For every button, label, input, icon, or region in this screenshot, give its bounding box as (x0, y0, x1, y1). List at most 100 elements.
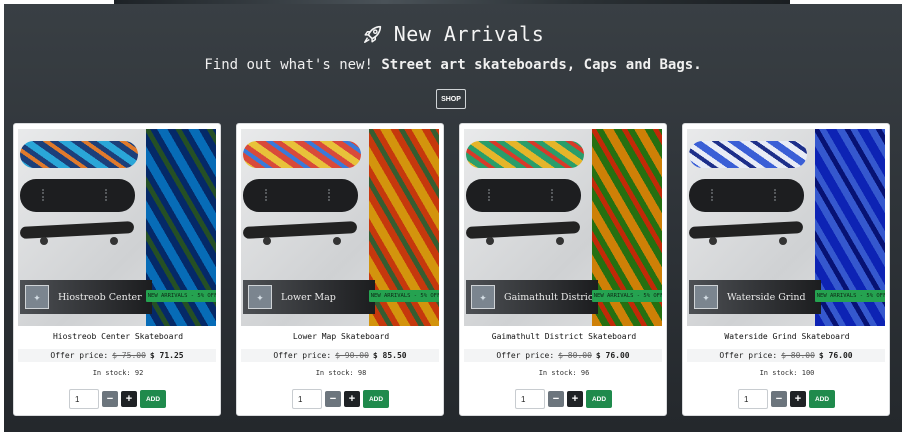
product-name[interactable]: Lower Map Skateboard (237, 332, 445, 341)
product-label-bar: ✦ Gaimathult District (466, 280, 598, 314)
quantity-input[interactable]: 1 (738, 389, 768, 409)
decrease-quantity-button[interactable]: − (325, 391, 341, 407)
subtitle-plain: Find out what's new! (204, 57, 373, 73)
new-price: $ 71.25 (149, 351, 184, 360)
stock-row: In stock: 100 (683, 369, 891, 377)
new-arrival-badge: NEW ARRIVALS - 5% OFF (592, 290, 662, 302)
stock-count: 96 (580, 369, 590, 377)
product-image[interactable]: ✦ Waterside Grind NEW ARRIVALS - 5% OFF (687, 129, 885, 326)
image-label: Hiostreob Center (58, 291, 142, 303)
decrease-quantity-button[interactable]: − (102, 391, 118, 407)
deck-graphic-side (465, 221, 581, 239)
in-stock-label: In stock: (759, 369, 798, 377)
stock-row: In stock: 92 (14, 369, 222, 377)
product-image[interactable]: ✦ Hiostreob Center NEW ARRIVALS - 5% OFF (18, 129, 216, 326)
deck-graphic-top (466, 141, 584, 168)
new-arrival-badge: NEW ARRIVALS - 5% OFF (146, 290, 216, 302)
stock-row: In stock: 96 (460, 369, 668, 377)
brand-logo-icon: ✦ (471, 285, 495, 309)
image-label: Waterside Grind (727, 291, 806, 303)
deck-graphic-grip (243, 179, 358, 212)
wheel-graphic (263, 237, 271, 245)
decrease-quantity-button[interactable]: − (548, 391, 564, 407)
in-stock-label: In stock: (92, 369, 131, 377)
quantity-controls: 1 − + ADD (515, 389, 612, 409)
product-image[interactable]: ✦ Lower Map NEW ARRIVALS - 5% OFF (241, 129, 439, 326)
deck-graphic-side (688, 221, 804, 239)
deck-graphic-top (243, 141, 361, 168)
stock-count: 98 (357, 369, 367, 377)
price-row: Offer price: $ 75.00 $ 71.25 (18, 349, 216, 362)
subtitle-bold: Street art skateboards, Caps and Bags. (381, 57, 702, 73)
in-stock-label: In stock: (538, 369, 577, 377)
section-header: New Arrivals (4, 20, 902, 48)
product-card[interactable]: ✦ Waterside Grind NEW ARRIVALS - 5% OFF … (682, 123, 890, 416)
quantity-controls: 1 − + ADD (738, 389, 835, 409)
wheel-graphic (556, 237, 564, 245)
price-row: Offer price: $ 80.00 $ 76.00 (687, 349, 885, 362)
increase-quantity-button[interactable]: + (567, 391, 583, 407)
new-arrival-badge: NEW ARRIVALS - 5% OFF (369, 290, 439, 302)
quantity-input[interactable]: 1 (515, 389, 545, 409)
deck-graphic-grip (466, 179, 581, 212)
decrease-quantity-button[interactable]: − (771, 391, 787, 407)
deck-graphic-side (242, 221, 358, 239)
product-card[interactable]: ✦ Gaimathult District NEW ARRIVALS - 5% … (459, 123, 667, 416)
product-name[interactable]: Hiostreob Center Skateboard (14, 332, 222, 341)
old-price: $ 80.00 (781, 351, 815, 360)
new-price: $ 76.00 (818, 351, 853, 360)
product-label-bar: ✦ Waterside Grind (689, 280, 821, 314)
deck-graphic-side (19, 221, 135, 239)
wheel-graphic (709, 237, 717, 245)
add-to-cart-button[interactable]: ADD (809, 390, 835, 408)
product-name[interactable]: Waterside Grind Skateboard (683, 332, 891, 341)
new-arrival-badge: NEW ARRIVALS - 5% OFF (815, 290, 885, 302)
offer-price-label: Offer price: (273, 351, 332, 360)
image-label: Gaimathult District (504, 291, 597, 303)
add-to-cart-button[interactable]: ADD (363, 390, 389, 408)
brand-logo-icon: ✦ (248, 285, 272, 309)
product-card[interactable]: ✦ Lower Map NEW ARRIVALS - 5% OFF Lower … (236, 123, 444, 416)
in-stock-label: In stock: (315, 369, 354, 377)
image-label: Lower Map (281, 291, 336, 303)
new-price: $ 85.50 (372, 351, 407, 360)
old-price: $ 90.00 (335, 351, 369, 360)
increase-quantity-button[interactable]: + (790, 391, 806, 407)
offer-price-label: Offer price: (719, 351, 778, 360)
add-to-cart-button[interactable]: ADD (586, 390, 612, 408)
product-card[interactable]: ✦ Hiostreob Center NEW ARRIVALS - 5% OFF… (13, 123, 221, 416)
wheel-graphic (110, 237, 118, 245)
add-to-cart-button[interactable]: ADD (140, 390, 166, 408)
section-title: New Arrivals (393, 22, 545, 46)
product-image[interactable]: ✦ Gaimathult District NEW ARRIVALS - 5% … (464, 129, 662, 326)
quantity-input[interactable]: 1 (69, 389, 99, 409)
increase-quantity-button[interactable]: + (344, 391, 360, 407)
wheel-graphic (779, 237, 787, 245)
deck-graphic-grip (689, 179, 804, 212)
new-price: $ 76.00 (595, 351, 630, 360)
rocket-icon (363, 25, 381, 43)
price-row: Offer price: $ 90.00 $ 85.50 (241, 349, 439, 362)
stock-row: In stock: 98 (237, 369, 445, 377)
shop-button[interactable]: SHOP (436, 89, 466, 109)
offer-price-label: Offer price: (496, 351, 555, 360)
product-name[interactable]: Gaimathult District Skateboard (460, 332, 668, 341)
deck-graphic-top (20, 141, 138, 168)
quantity-controls: 1 − + ADD (69, 389, 166, 409)
old-price: $ 75.00 (112, 351, 146, 360)
wheel-graphic (333, 237, 341, 245)
stock-count: 92 (134, 369, 144, 377)
brand-logo-icon: ✦ (25, 285, 49, 309)
stock-count: 100 (801, 369, 815, 377)
wheel-graphic (486, 237, 494, 245)
offer-price-label: Offer price: (50, 351, 109, 360)
product-label-bar: ✦ Hiostreob Center (20, 280, 152, 314)
product-label-bar: ✦ Lower Map (243, 280, 375, 314)
old-price: $ 80.00 (558, 351, 592, 360)
quantity-input[interactable]: 1 (292, 389, 322, 409)
increase-quantity-button[interactable]: + (121, 391, 137, 407)
deck-graphic-grip (20, 179, 135, 212)
price-row: Offer price: $ 80.00 $ 76.00 (464, 349, 662, 362)
wheel-graphic (40, 237, 48, 245)
section-subtitle: Find out what's new! Street art skateboa… (4, 57, 902, 73)
